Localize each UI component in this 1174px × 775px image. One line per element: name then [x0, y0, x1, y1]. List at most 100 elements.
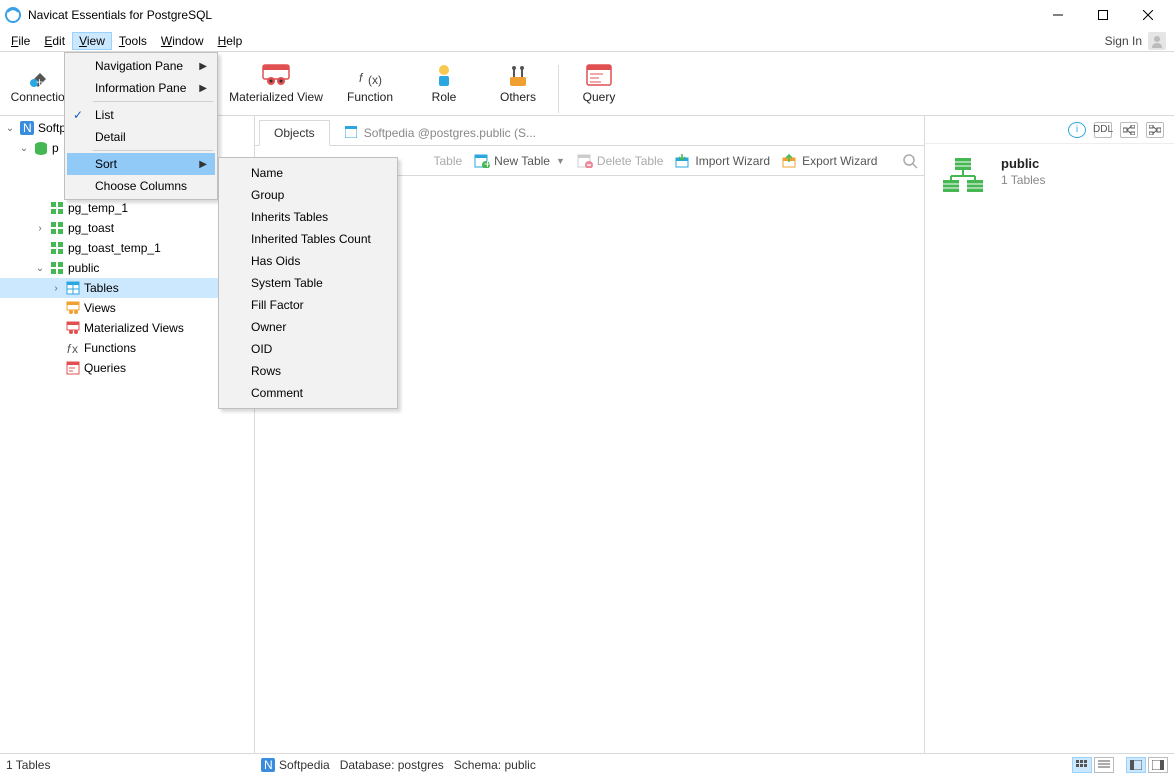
svg-text:x: x	[72, 342, 78, 355]
export-wizard-button[interactable]: Export Wizard	[782, 153, 877, 169]
tree-schema-pgtemp1[interactable]: › pg_temp_1	[0, 198, 254, 218]
status-schema: Schema: public	[454, 758, 536, 772]
toolbar-query-label: Query	[583, 90, 616, 104]
info-tab-ddl[interactable]: DDL	[1094, 122, 1112, 138]
tree-label: Functions	[84, 341, 136, 355]
status-center: N Softpedia Database: postgres Schema: p…	[261, 758, 1072, 772]
tree-schema-pgtoasttemp1[interactable]: › pg_toast_temp_1	[0, 238, 254, 258]
info-tab-dependents-icon[interactable]	[1120, 122, 1138, 138]
tree-label: Views	[84, 301, 116, 315]
export-wizard-label: Export Wizard	[802, 154, 877, 168]
menu-help[interactable]: Help	[211, 32, 250, 50]
menu-view[interactable]: View	[72, 32, 112, 50]
query-icon	[584, 62, 614, 88]
tree-views[interactable]: › Views	[0, 298, 254, 318]
view-grid-icon[interactable]	[1072, 757, 1092, 773]
status-database: Database: postgres	[340, 758, 444, 772]
role-icon	[429, 62, 459, 88]
menu-item-information-pane[interactable]: Information Pane ▶	[67, 77, 215, 99]
sort-system-table[interactable]: System Table	[221, 272, 395, 294]
status-bar: 1 Tables N Softpedia Database: postgres …	[0, 753, 1174, 775]
menu-item-label: Choose Columns	[95, 179, 187, 193]
tree-matviews[interactable]: › Materialized Views	[0, 318, 254, 338]
tree-schema-public[interactable]: ⌄ public	[0, 258, 254, 278]
sort-inherits-tables[interactable]: Inherits Tables	[221, 206, 395, 228]
search-icon[interactable]	[902, 153, 918, 169]
menu-item-sort[interactable]: Sort ▶	[67, 153, 215, 175]
import-wizard-button[interactable]: Import Wizard	[675, 153, 770, 169]
menu-item-label: Inherits Tables	[251, 210, 328, 224]
menu-item-detail[interactable]: Detail	[67, 126, 215, 148]
toolbar-role-label: Role	[432, 90, 457, 104]
tree-tables[interactable]: › Tables	[0, 278, 254, 298]
info-tab-referenced-icon[interactable]	[1146, 122, 1164, 138]
sort-oid[interactable]: OID	[221, 338, 395, 360]
sort-rows[interactable]: Rows	[221, 360, 395, 382]
pane-left-icon[interactable]	[1126, 757, 1146, 773]
toolbar-function[interactable]: f(x) Function	[335, 53, 405, 113]
sort-fill-factor[interactable]: Fill Factor	[221, 294, 395, 316]
menu-window[interactable]: Window	[154, 32, 211, 50]
view-list-icon[interactable]	[1094, 757, 1114, 773]
svg-text:(x): (x)	[368, 73, 382, 87]
menu-separator	[93, 150, 213, 151]
submenu-arrow-icon: ▶	[199, 159, 207, 170]
tab-objects[interactable]: Objects	[259, 120, 330, 146]
sort-name[interactable]: Name	[221, 162, 395, 184]
navigation-pane: ⌄ N Softpedia ⌄ p › pg_temp_1 › pg_toast	[0, 116, 255, 753]
tree-label: Tables	[84, 281, 119, 295]
tree-label: pg_toast	[68, 221, 114, 235]
menu-edit[interactable]: Edit	[37, 32, 72, 50]
sort-group[interactable]: Group	[221, 184, 395, 206]
tree-queries[interactable]: › Queries	[0, 358, 254, 378]
toolbar-others[interactable]: Others	[483, 53, 553, 113]
menu-file[interactable]: File	[4, 32, 37, 50]
delete-table-button[interactable]: Delete Table	[577, 153, 664, 169]
menu-item-label: Inherited Tables Count	[251, 232, 371, 246]
maximize-button[interactable]	[1080, 1, 1125, 29]
menu-tools[interactable]: Tools	[112, 32, 154, 50]
new-table-button[interactable]: + New Table ▼	[474, 153, 565, 169]
twisty-icon[interactable]: ›	[34, 223, 46, 234]
twisty-icon[interactable]: ⌄	[34, 263, 46, 274]
info-pane-tabs: i DDL	[925, 116, 1174, 144]
close-button[interactable]	[1125, 1, 1170, 29]
sort-owner[interactable]: Owner	[221, 316, 395, 338]
twisty-icon[interactable]: ›	[50, 283, 62, 294]
toolbar-role[interactable]: Role	[409, 53, 479, 113]
menu-item-list[interactable]: ✓ List	[67, 104, 215, 126]
twisty-icon[interactable]: ⌄	[18, 143, 30, 154]
toolbar-query[interactable]: Query	[564, 53, 634, 113]
dropdown-arrow-icon[interactable]: ▼	[556, 156, 565, 166]
svg-text:N: N	[23, 121, 32, 135]
tab-label: Softpedia @postgres.public (S...	[364, 126, 536, 140]
menu-item-label: Information Pane	[95, 81, 186, 95]
sign-in[interactable]: Sign In	[1105, 32, 1170, 50]
toolbar-materialized-view[interactable]: Materialized View	[221, 53, 331, 113]
svg-text:+: +	[36, 75, 43, 87]
sort-submenu-dropdown: Name Group Inherits Tables Inherited Tab…	[218, 157, 398, 409]
title-bar: Navicat Essentials for PostgreSQL	[0, 0, 1174, 30]
view-icon	[65, 300, 81, 316]
check-icon: ✓	[73, 108, 83, 122]
menu-item-choose-columns[interactable]: Choose Columns	[67, 175, 215, 197]
sort-comment[interactable]: Comment	[221, 382, 395, 404]
sort-inherited-tables-count[interactable]: Inherited Tables Count	[221, 228, 395, 250]
pane-right-icon[interactable]	[1148, 757, 1168, 773]
minimize-button[interactable]	[1035, 1, 1080, 29]
new-table-label: New Table	[494, 154, 550, 168]
tree-functions[interactable]: › fx Functions	[0, 338, 254, 358]
menu-item-navigation-pane[interactable]: Navigation Pane ▶	[67, 55, 215, 77]
status-view-buttons	[1072, 757, 1168, 773]
tree-schema-pgtoast[interactable]: › pg_toast	[0, 218, 254, 238]
others-icon	[503, 62, 533, 88]
sort-has-oids[interactable]: Has Oids	[221, 250, 395, 272]
toolbar-matview-label: Materialized View	[229, 90, 323, 104]
postgres-icon: N	[261, 758, 275, 772]
twisty-icon[interactable]: ⌄	[4, 123, 16, 134]
tab-softpedia[interactable]: Softpedia @postgres.public (S...	[330, 119, 551, 145]
tree-database-label: p	[52, 141, 59, 155]
menu-item-label: OID	[251, 342, 272, 356]
open-table-partial[interactable]: Open Table	[401, 154, 462, 168]
info-tab-general-icon[interactable]: i	[1068, 122, 1086, 138]
